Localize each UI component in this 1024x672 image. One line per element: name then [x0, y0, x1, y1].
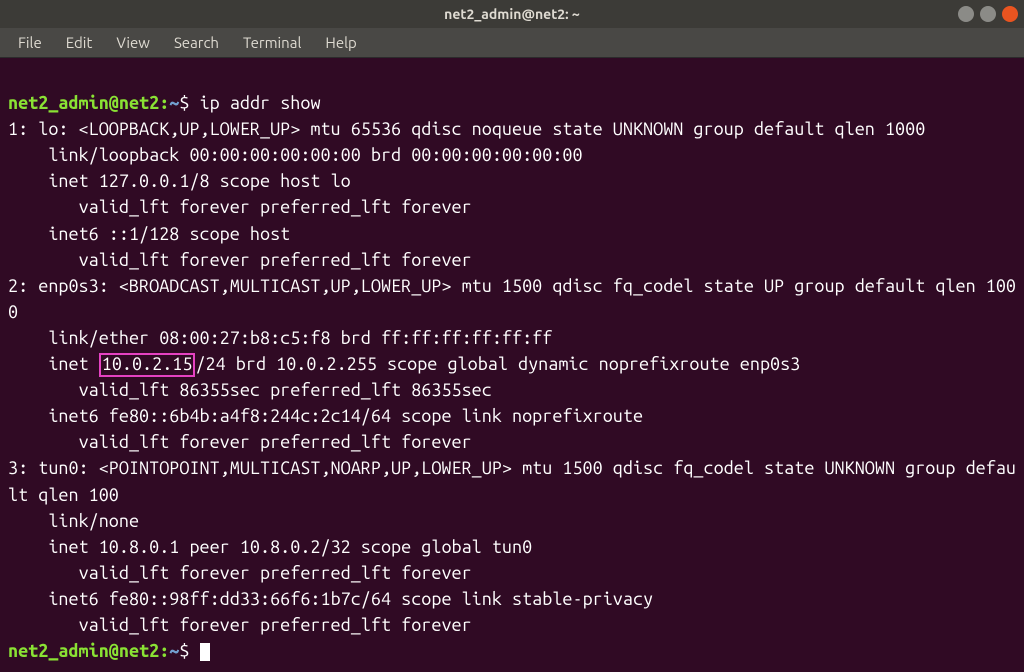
menubar: File Edit View Search Terminal Help	[0, 28, 1024, 58]
output-line: inet6 fe80::98ff:dd33:66f6:1b7c/64 scope…	[8, 589, 653, 609]
output-line: link/ether 08:00:27:b8:c5:f8 brd ff:ff:f…	[8, 328, 552, 348]
menu-edit[interactable]: Edit	[56, 32, 103, 53]
window-controls	[958, 6, 1018, 22]
output-line: valid_lft forever preferred_lft forever	[8, 563, 472, 583]
output-line: inet 127.0.0.1/8 scope host lo	[8, 171, 351, 191]
output-line: valid_lft forever preferred_lft forever	[8, 250, 472, 270]
output-line: inet 10.8.0.1 peer 10.8.0.2/32 scope glo…	[8, 537, 532, 557]
output-line: 2: enp0s3: <BROADCAST,MULTICAST,UP,LOWER…	[8, 276, 1016, 322]
output-line: inet6 ::1/128 scope host	[8, 224, 290, 244]
output-line-inet-post: /24 brd 10.0.2.255 scope global dynamic …	[195, 354, 800, 374]
prompt-path: ~	[169, 93, 179, 113]
menu-search[interactable]: Search	[164, 32, 229, 53]
titlebar: net2_admin@net2: ~	[0, 0, 1024, 28]
output-line: valid_lft forever preferred_lft forever	[8, 615, 472, 635]
prompt-colon: :	[159, 93, 169, 113]
cursor	[200, 643, 210, 661]
menu-file[interactable]: File	[8, 32, 52, 53]
prompt-user: net2_admin@net2	[8, 641, 159, 661]
output-line: valid_lft forever preferred_lft forever	[8, 432, 472, 452]
menu-terminal[interactable]: Terminal	[233, 32, 311, 53]
prompt-path: ~	[169, 641, 179, 661]
prompt-dollar: $	[179, 641, 189, 661]
prompt-user: net2_admin@net2	[8, 93, 159, 113]
output-line: link/none	[8, 511, 139, 531]
output-line: valid_lft 86355sec preferred_lft 86355se…	[8, 380, 492, 400]
window-title: net2_admin@net2: ~	[444, 6, 580, 22]
output-line: valid_lft forever preferred_lft forever	[8, 197, 472, 217]
close-button[interactable]	[1002, 6, 1018, 22]
prompt-colon: :	[159, 641, 169, 661]
output-line: inet6 fe80::6b4b:a4f8:244c:2c14/64 scope…	[8, 406, 643, 426]
output-line: 1: lo: <LOOPBACK,UP,LOWER_UP> mtu 65536 …	[8, 119, 925, 139]
output-line: 3: tun0: <POINTOPOINT,MULTICAST,NOARP,UP…	[8, 458, 1016, 504]
prompt-dollar: $	[179, 93, 189, 113]
menu-help[interactable]: Help	[315, 32, 366, 53]
menu-view[interactable]: View	[106, 32, 160, 53]
maximize-button[interactable]	[980, 6, 996, 22]
highlighted-ip: 10.0.2.15	[99, 353, 196, 377]
terminal-area[interactable]: net2_admin@net2:~$ ip addr show 1: lo: <…	[0, 58, 1024, 672]
output-line: link/loopback 00:00:00:00:00:00 brd 00:0…	[8, 145, 583, 165]
output-line-inet-pre: inet	[8, 354, 99, 374]
command: ip addr show	[200, 93, 321, 113]
minimize-button[interactable]	[958, 6, 974, 22]
